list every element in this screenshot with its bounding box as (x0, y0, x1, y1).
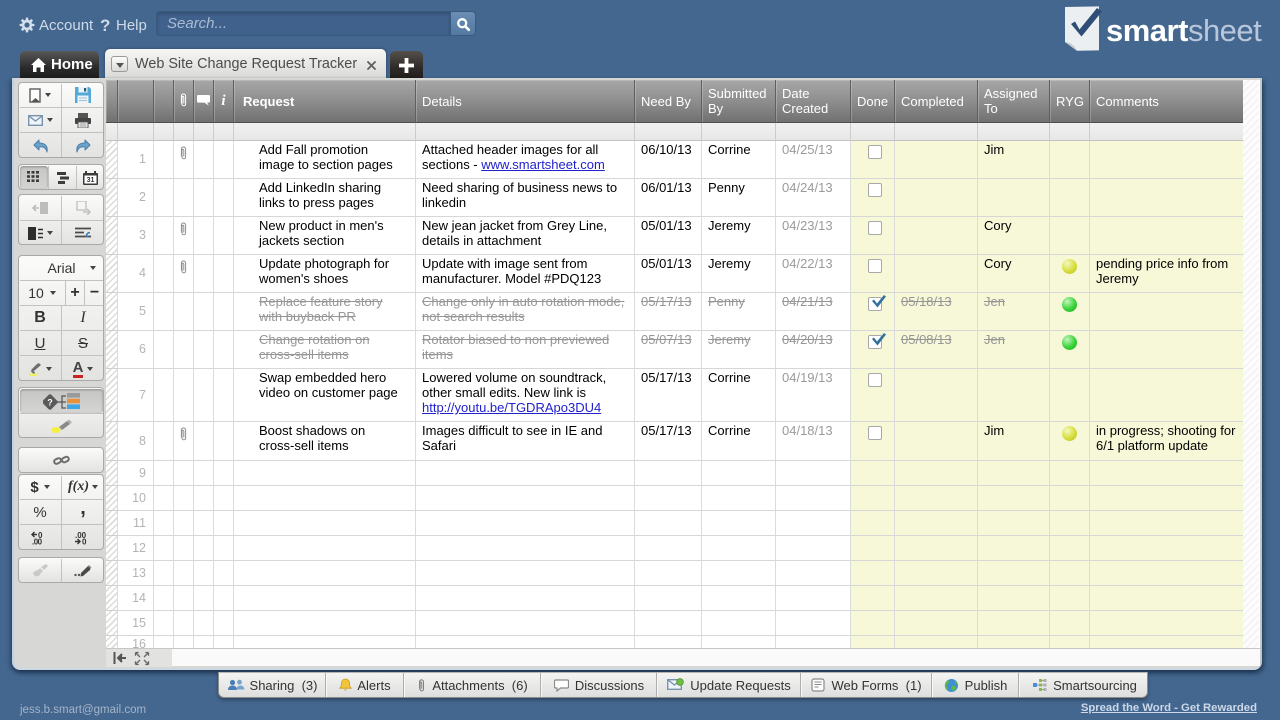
svg-text:0: 0 (82, 537, 87, 545)
svg-text:31: 31 (87, 177, 95, 184)
svg-text:?: ? (47, 398, 53, 408)
svg-text:.00: .00 (32, 537, 43, 545)
